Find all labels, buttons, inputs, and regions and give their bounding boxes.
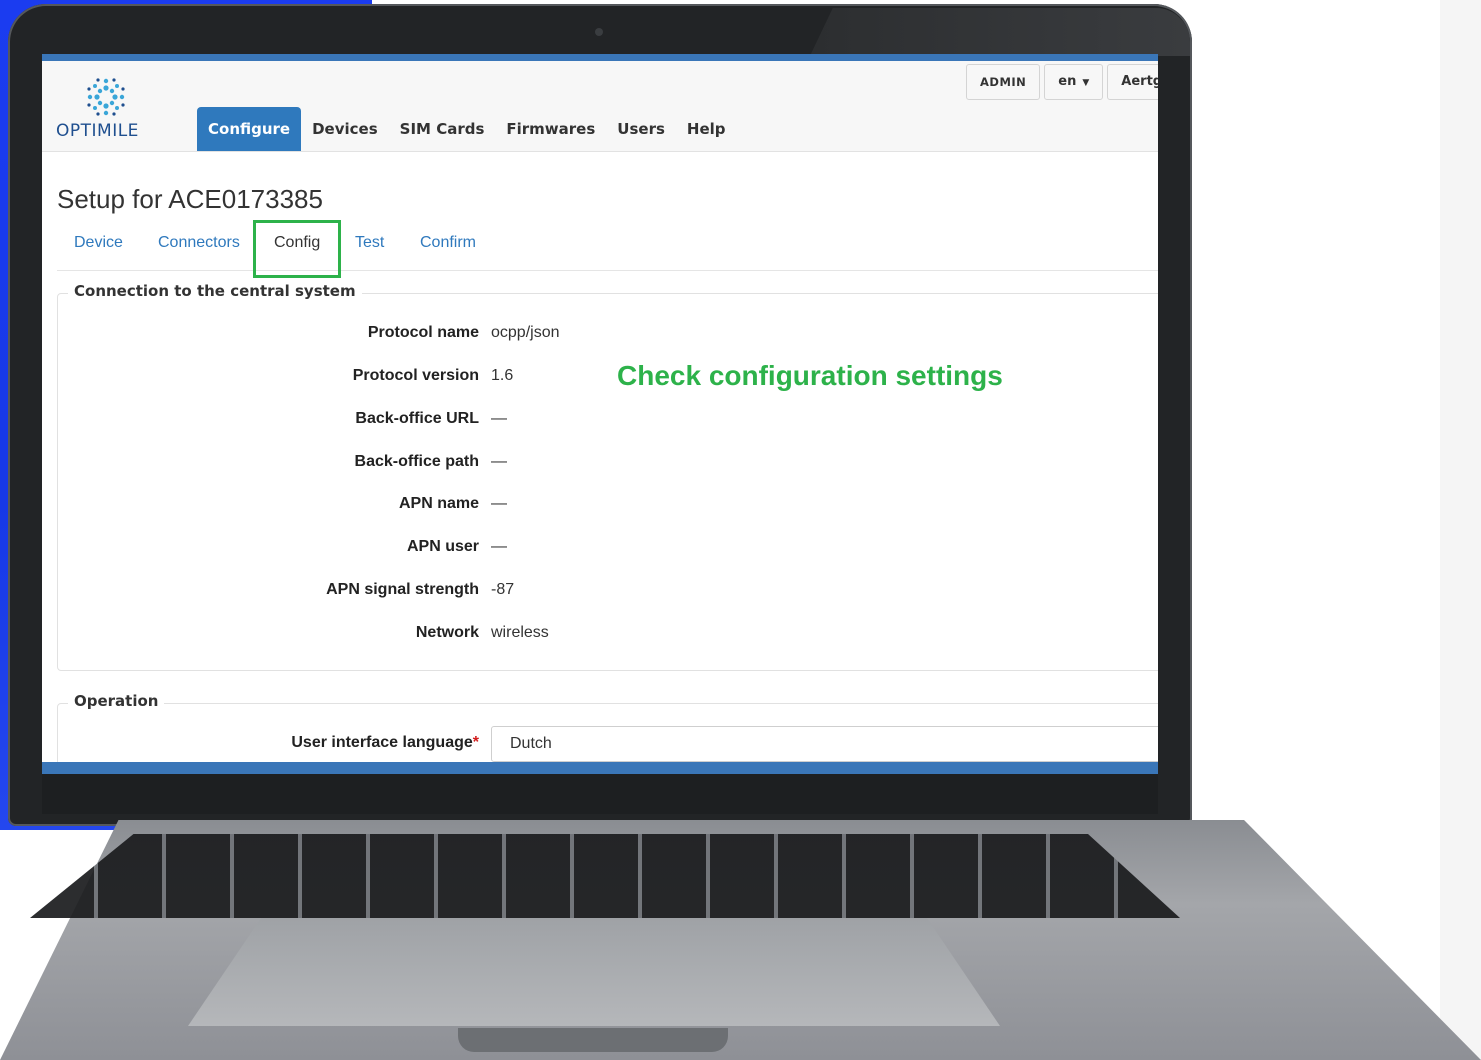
ui-language-label-text: User interface language	[291, 734, 473, 751]
apn-signal-strength-value: -87	[491, 581, 515, 598]
laptop-trackpad	[188, 918, 1000, 1026]
ui-language-select[interactable]: Dutch	[491, 726, 1158, 762]
tab-test[interactable]: Test	[355, 234, 384, 252]
config-tab-highlight	[253, 220, 341, 278]
operation-legend: Operation	[68, 692, 165, 710]
field-row: APN name —	[58, 495, 1158, 519]
field-row: APN user —	[58, 538, 1158, 562]
main-nav: Configure Devices SIM Cards Firmwares Us…	[197, 107, 737, 151]
language-dropdown[interactable]: en ▼	[1044, 64, 1104, 100]
background-right-strip	[1440, 0, 1481, 1060]
language-value: en	[1058, 74, 1077, 89]
apn-user-label: APN user	[406, 538, 479, 555]
screen-bottom-accent-bar	[42, 762, 1158, 774]
setup-tabs: Device Connectors Config Test Confirm	[57, 222, 1158, 271]
logo-text: OPTIMILE	[56, 121, 139, 141]
laptop-notch	[458, 1028, 728, 1052]
apn-signal-strength-label: APN signal strength	[326, 581, 479, 598]
back-office-path-label: Back-office path	[354, 453, 479, 470]
apn-name-label: APN name	[398, 495, 479, 512]
top-navbar: OPTIMILE Configure Devices SIM Cards Fir…	[42, 61, 1158, 152]
chevron-down-icon: ▼	[1082, 78, 1090, 88]
optimile-logo[interactable]: OPTIMILE	[56, 75, 156, 145]
nav-tab-users[interactable]: Users	[606, 107, 676, 151]
nav-tab-help[interactable]: Help	[676, 107, 737, 151]
field-row: Back-office path —	[58, 453, 1158, 477]
connection-fieldset: Connection to the central system Protoco…	[57, 282, 1158, 671]
field-row: APN signal strength -87	[58, 581, 1158, 605]
screen-top-accent-bar	[42, 54, 1158, 61]
connection-legend: Connection to the central system	[68, 282, 362, 300]
required-mark: *	[472, 734, 479, 751]
user-menu-button[interactable]: Aertg	[1107, 64, 1158, 100]
nav-tab-devices[interactable]: Devices	[301, 107, 389, 151]
tab-connectors[interactable]: Connectors	[158, 234, 240, 252]
field-row: Protocol name ocpp/json	[58, 324, 1158, 348]
protocol-version-value: 1.6	[491, 367, 514, 384]
back-office-path-value: —	[491, 453, 507, 470]
network-value: wireless	[491, 624, 549, 641]
laptop-keyboard	[30, 834, 1180, 918]
nav-tab-firmwares[interactable]: Firmwares	[495, 107, 606, 151]
protocol-version-label: Protocol version	[352, 367, 479, 384]
camera-icon	[595, 28, 603, 36]
protocol-name-label: Protocol name	[367, 324, 479, 341]
back-office-url-label: Back-office URL	[355, 410, 479, 427]
logo-dots-icon	[87, 78, 125, 116]
apn-name-value: —	[491, 495, 507, 512]
nav-tab-configure[interactable]: Configure	[197, 107, 302, 151]
tab-device[interactable]: Device	[74, 234, 123, 252]
field-row: Network wireless	[58, 624, 1158, 648]
laptop-lid-reflection	[810, 8, 1190, 56]
page-title: Setup for ACE0173385	[57, 184, 323, 214]
network-label: Network	[415, 624, 479, 641]
nav-tab-sim-cards[interactable]: SIM Cards	[389, 107, 496, 151]
ui-language-label: User interface language*	[291, 734, 479, 752]
protocol-name-value: ocpp/json	[491, 324, 560, 341]
laptop-screen: OPTIMILE Configure Devices SIM Cards Fir…	[42, 54, 1158, 774]
apn-user-value: —	[491, 538, 507, 555]
header-user-controls: ADMIN en ▼ Aertg	[966, 64, 1158, 100]
admin-badge-button[interactable]: ADMIN	[966, 64, 1041, 100]
field-row: Back-office URL —	[58, 410, 1158, 434]
laptop-bezel	[42, 774, 1158, 814]
tab-confirm[interactable]: Confirm	[420, 234, 476, 252]
annotation-text: Check configuration settings	[617, 360, 1003, 391]
back-office-url-value: —	[491, 410, 507, 427]
